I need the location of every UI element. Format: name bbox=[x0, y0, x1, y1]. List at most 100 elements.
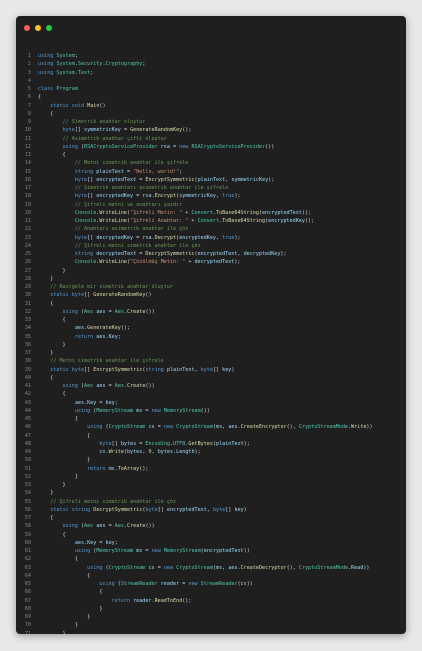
line-number: 2 bbox=[27, 61, 31, 68]
line-number: 62 bbox=[24, 556, 31, 563]
code-line: 8 { bbox=[16, 110, 406, 118]
code-line: 70 } bbox=[16, 621, 406, 629]
line-number: 4 bbox=[27, 77, 31, 84]
code-text: byte[] encryptedKey = rsa.Encrypt(symmet… bbox=[74, 193, 241, 200]
code-line: 26 Console.WriteLine("Çözülmüş Metin: " … bbox=[16, 258, 406, 266]
code-text: { bbox=[99, 589, 103, 596]
line-number: 64 bbox=[24, 572, 31, 579]
code-line: 47 { bbox=[16, 432, 406, 440]
line-number: 16 bbox=[24, 176, 31, 183]
line-number: 24 bbox=[24, 242, 31, 249]
code-line: 32 using (Aes aes = Aes.Create()) bbox=[16, 308, 406, 316]
code-text: { bbox=[87, 432, 91, 439]
code-line: 66 { bbox=[16, 588, 406, 596]
code-text: { bbox=[38, 94, 42, 101]
code-line: 65 using (StreamReader reader = new Stre… bbox=[16, 580, 406, 588]
code-text: { bbox=[62, 531, 66, 538]
line-number: 13 bbox=[24, 152, 31, 158]
line-number: 25 bbox=[24, 251, 31, 257]
code-line: 20 Console.WriteLine("Şifreli Metin: " +… bbox=[16, 209, 406, 217]
code-line: 23 byte[] decryptedKey = rsa.Decrypt(enc… bbox=[16, 234, 406, 242]
code-text: using (Aes aes = Aes.Create()) bbox=[62, 523, 155, 530]
line-number: 14 bbox=[24, 160, 31, 167]
code-line: 43 aes.Key = key; bbox=[16, 399, 406, 407]
code-text: // Anahtarı asimetrik anahtar ile çöz bbox=[74, 226, 189, 233]
code-text: } bbox=[99, 605, 103, 612]
code-line: 22 // Anahtarı asimetrik anahtar ile çöz bbox=[16, 225, 406, 233]
code-text: // Metni simetrik anahtar ile şifrele bbox=[50, 358, 164, 365]
close-button[interactable] bbox=[24, 25, 30, 31]
line-number: 65 bbox=[24, 581, 31, 587]
code-line: 40 { bbox=[16, 374, 406, 382]
line-number: 39 bbox=[24, 366, 31, 373]
code-text: using (MemoryStream ms = new MemoryStrea… bbox=[74, 548, 250, 554]
code-text: } bbox=[62, 630, 66, 635]
line-number: 30 bbox=[24, 292, 31, 299]
line-number: 54 bbox=[24, 490, 31, 497]
code-text: class Program bbox=[38, 86, 78, 92]
code-text: cs.Write(bytes, 0, bytes.Length); bbox=[99, 449, 201, 455]
code-line: 15 string plainText = "Hello, world!"; bbox=[16, 168, 406, 176]
code-line: 28 } bbox=[16, 275, 406, 283]
maximize-button[interactable] bbox=[46, 25, 52, 31]
line-number: 32 bbox=[24, 308, 31, 315]
line-number: 68 bbox=[24, 605, 31, 612]
code-text: string decryptedText = DecryptSymmetric(… bbox=[74, 251, 287, 257]
code-line: 11 // Asimetrik anahtar çifti oluştur bbox=[16, 135, 406, 143]
code-text: { bbox=[50, 374, 54, 381]
code-text: } bbox=[87, 457, 91, 464]
line-number: 11 bbox=[24, 135, 31, 142]
code-editor: 1 using System; 2 using System.Security.Cry… bbox=[16, 52, 406, 634]
code-line: 39 static byte[] EncryptSymmetric(string… bbox=[16, 366, 406, 374]
code-text: byte[] bytes = Encoding.UTF8.GetBytes(pl… bbox=[99, 440, 250, 447]
code-text: { bbox=[50, 110, 54, 117]
code-text: // Simetrik anahtar oluştur bbox=[62, 119, 146, 125]
line-number: 47 bbox=[24, 432, 31, 439]
code-text: } bbox=[62, 267, 66, 274]
line-number: 41 bbox=[24, 383, 31, 389]
code-line: 64 { bbox=[16, 572, 406, 580]
line-number: 19 bbox=[24, 201, 31, 208]
line-number: 42 bbox=[24, 391, 31, 398]
code-text: // Şifreli metni ve anahtarı yazdır bbox=[74, 201, 183, 208]
code-line: 71 } bbox=[16, 630, 406, 635]
minimize-button[interactable] bbox=[35, 25, 41, 31]
line-number: 37 bbox=[24, 350, 31, 356]
code-line: 59 { bbox=[16, 531, 406, 539]
line-number: 22 bbox=[24, 226, 31, 233]
code-line: 56 static string DecryptSymmetric(byte[]… bbox=[16, 506, 406, 514]
code-text: { bbox=[62, 391, 66, 398]
code-text: using System; bbox=[38, 53, 78, 59]
line-number: 23 bbox=[24, 234, 31, 241]
code-text: using (StreamReader reader = new StreamR… bbox=[99, 581, 253, 587]
code-line: 67 return reader.ReadToEnd(); bbox=[16, 597, 406, 605]
code-line: 4 bbox=[16, 77, 406, 85]
code-line: 1 using System; bbox=[16, 52, 406, 60]
code-line: 55 // Şifreli metni simetrik anahtar ile… bbox=[16, 498, 406, 506]
code-line: 57 { bbox=[16, 514, 406, 522]
code-text: // Şifreli metni simetrik anahtar ile çö… bbox=[50, 498, 177, 505]
code-line: 36 } bbox=[16, 341, 406, 349]
code-text: string plainText = "Hello, world!"; bbox=[74, 168, 183, 175]
code-text: } bbox=[74, 473, 78, 480]
code-line: 61 using (MemoryStream ms = new MemorySt… bbox=[16, 547, 406, 555]
code-line: 37 } bbox=[16, 349, 406, 357]
line-number: 17 bbox=[24, 185, 31, 191]
code-line: 45 { bbox=[16, 415, 406, 423]
code-line: 19 // Şifreli metni ve anahtarı yazdır bbox=[16, 201, 406, 209]
code-line: 27 } bbox=[16, 267, 406, 275]
line-number: 9 bbox=[27, 119, 31, 125]
code-line: 21 Console.WriteLine("Şifreli Anahtar: "… bbox=[16, 217, 406, 225]
line-number: 6 bbox=[27, 94, 31, 101]
code-line: 3 using System.Text; bbox=[16, 69, 406, 77]
code-text: // Asimetrik anahtar çifti oluştur bbox=[62, 135, 167, 142]
code-window: 1 using System; 2 using System.Security.Cry… bbox=[16, 16, 406, 634]
code-text: } bbox=[62, 482, 66, 488]
code-line: 2 using System.Security.Cryptography; bbox=[16, 60, 406, 68]
code-text: } bbox=[50, 490, 54, 497]
line-number: 18 bbox=[24, 193, 31, 200]
code-line: 46 using (CryptoStream cs = new CryptoSt… bbox=[16, 423, 406, 431]
code-line: 7 static void Main() bbox=[16, 102, 406, 110]
line-number: 10 bbox=[24, 127, 31, 134]
line-number: 27 bbox=[24, 267, 31, 274]
